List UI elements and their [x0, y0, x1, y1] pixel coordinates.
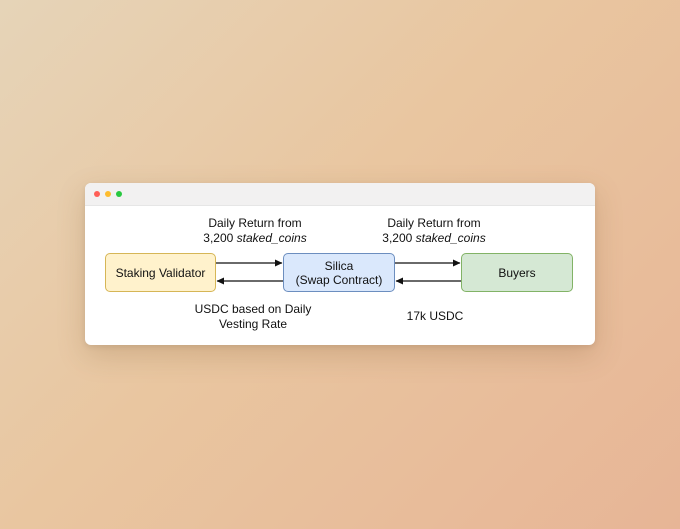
edge-label-line: Daily Return from: [387, 216, 481, 230]
node-silica-swap-contract[interactable]: Silica (Swap Contract): [283, 253, 395, 292]
edge-label-prefix: 3,200: [203, 231, 237, 245]
edge-label-line: Vesting Rate: [218, 317, 288, 331]
edge-label-italic: staked_coins: [236, 231, 307, 245]
node-label: Staking Validator: [115, 265, 206, 280]
edge-label-silica-to-validator: USDC based on Daily Vesting Rate: [178, 302, 328, 332]
diagram-canvas: Daily Return from 3,200 staked_coins Dai…: [85, 183, 595, 345]
edge-label-line: Daily Return from: [208, 216, 302, 230]
edge-label-validator-to-silica: Daily Return from 3,200 staked_coins: [180, 216, 330, 246]
edge-label-line: 3,200 staked_coins: [359, 231, 509, 246]
edge-label-italic: staked_coins: [415, 231, 486, 245]
node-label: Silica (Swap Contract): [295, 258, 383, 287]
node-label: Buyers: [498, 265, 536, 280]
edge-label-prefix: 3,200: [382, 231, 416, 245]
edge-label-line: 17k USDC: [406, 309, 464, 323]
node-staking-validator[interactable]: Staking Validator: [105, 253, 216, 292]
diagram-window: Daily Return from 3,200 staked_coins Dai…: [85, 183, 595, 345]
edge-label-line: USDC based on Daily: [194, 302, 312, 316]
edge-label-line: 3,200 staked_coins: [180, 231, 330, 246]
edge-label-silica-to-buyers: Daily Return from 3,200 staked_coins: [359, 216, 509, 246]
edge-label-buyers-to-silica: 17k USDC: [380, 309, 490, 324]
node-buyers[interactable]: Buyers: [461, 253, 573, 292]
